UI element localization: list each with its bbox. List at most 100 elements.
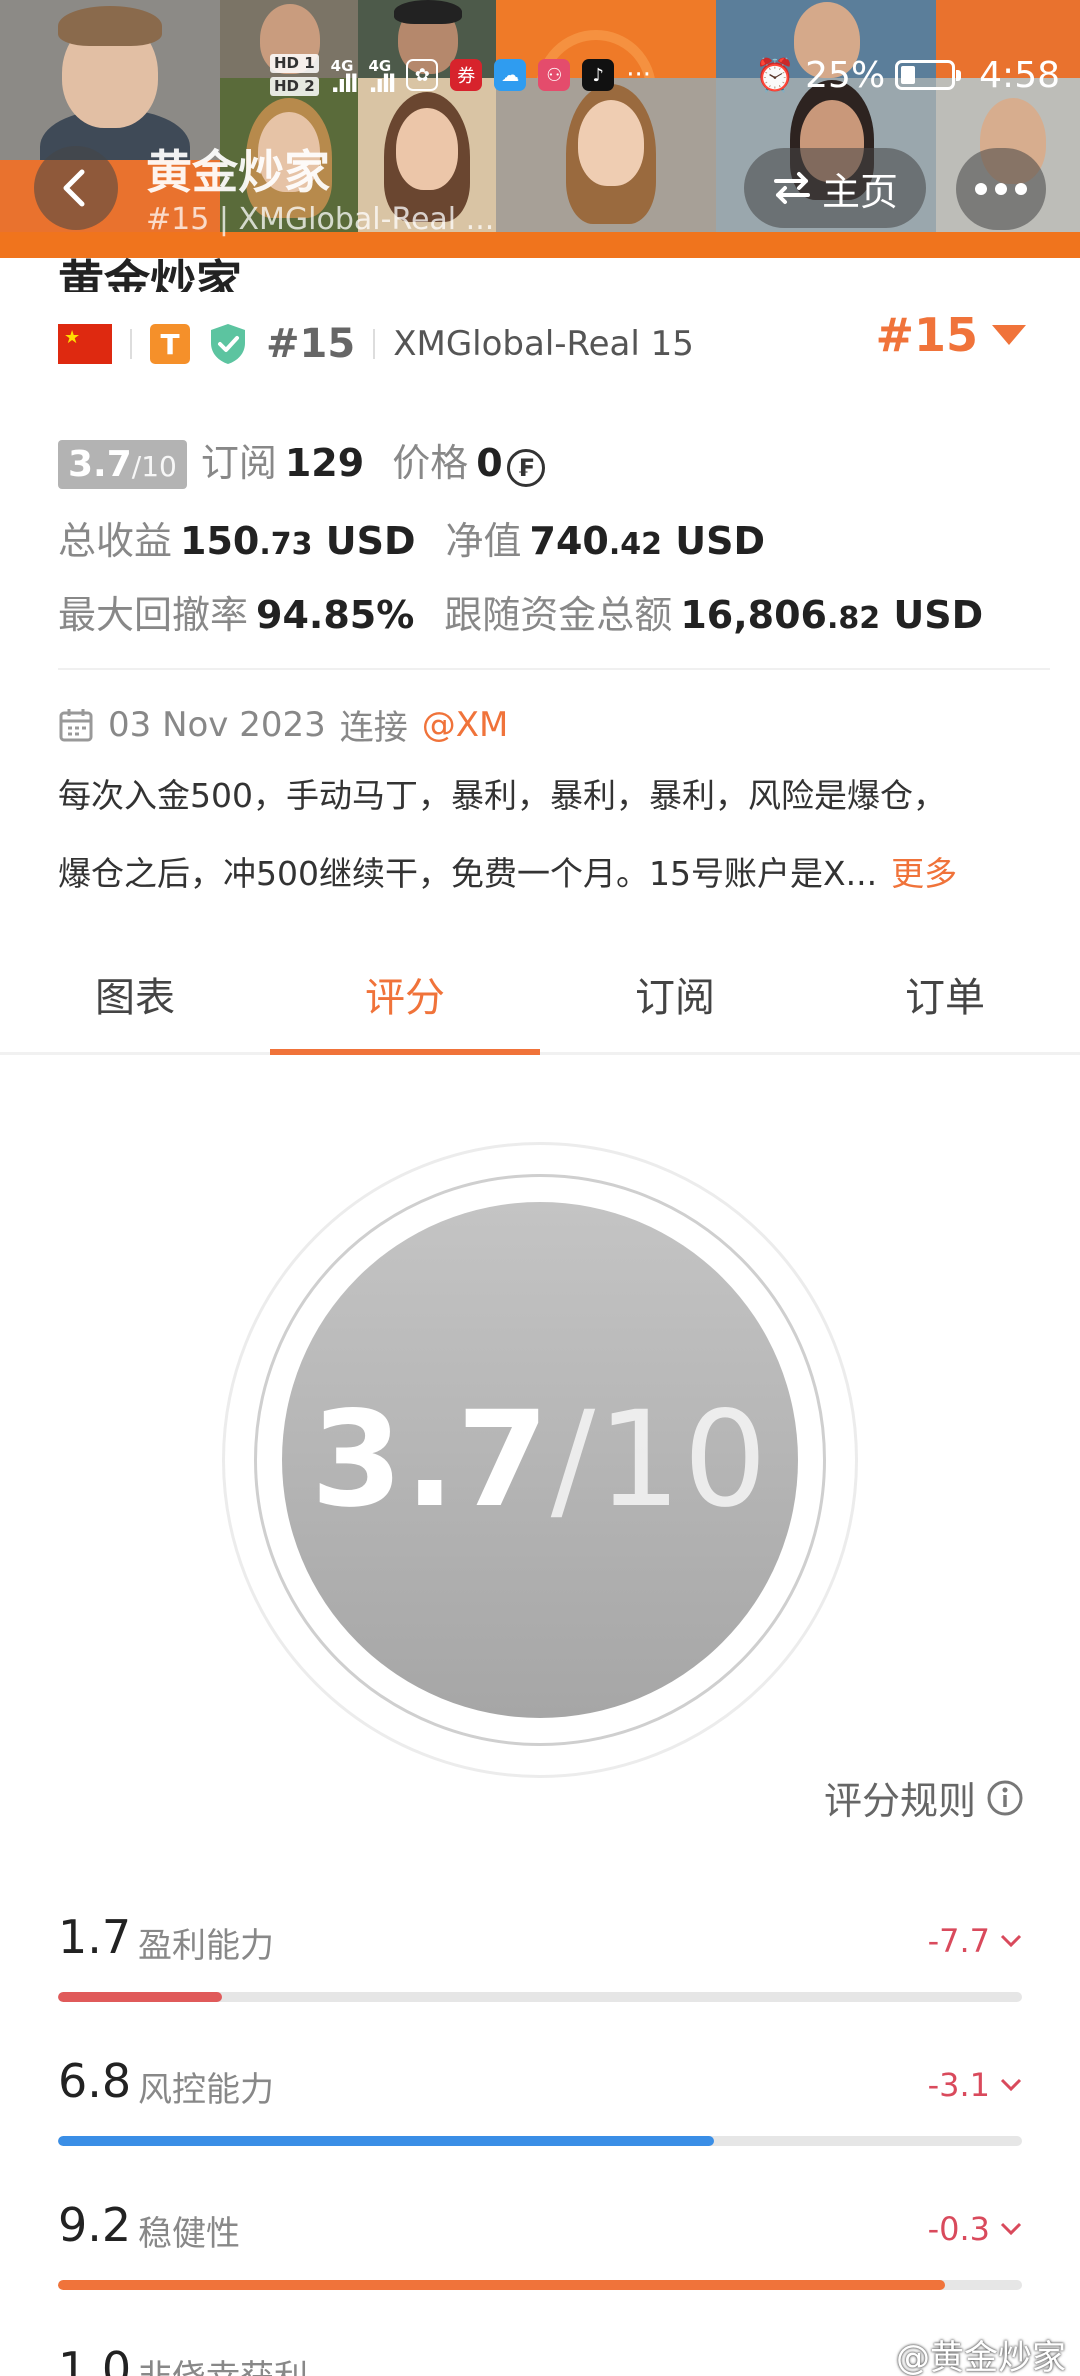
back-button[interactable] — [34, 146, 118, 230]
metric-progress-track — [58, 2280, 1022, 2290]
tab-subscription[interactable]: 订阅 — [540, 935, 810, 1052]
tab-chart[interactable]: 图表 — [0, 935, 270, 1052]
metric-label: 盈利能力 — [138, 1926, 274, 1966]
rank-dropdown[interactable]: #15 — [875, 308, 1026, 362]
metric-label: 稳健性 — [138, 2214, 240, 2254]
sim1-label: HD 1 — [270, 54, 319, 73]
trader-level-badge: T — [150, 324, 190, 364]
metric-label: 非侥幸获利 — [138, 2350, 308, 2376]
total-profit-int: 150 — [180, 519, 260, 563]
drawdown-label: 最大回撤率 — [58, 593, 249, 637]
follow-dec: .82 — [826, 601, 881, 636]
header-subtitle: #15 | XMGlobal-Real ... — [146, 202, 495, 237]
alarm-icon: ⏰ — [755, 56, 796, 94]
metric-risk-control[interactable]: 6.8 风控能力 -3.1 — [58, 2054, 1022, 2164]
overall-score: 3.7/10 — [311, 1383, 769, 1537]
metric-delta-value: -3.1 — [927, 2066, 990, 2104]
battery-level — [901, 66, 915, 84]
home-label: 主页 — [821, 169, 898, 214]
divider — [130, 329, 132, 359]
metric-non-luck[interactable]: 1.0 非侥幸获利 — [58, 2342, 1022, 2376]
triangle-down-icon — [992, 325, 1026, 345]
more-link[interactable]: 更多 — [891, 854, 957, 893]
total-profit-dec: .73 — [259, 527, 313, 562]
chevron-down-icon — [1000, 2078, 1022, 2092]
rank-big-label: #15 — [875, 308, 978, 362]
app-notification-icon: ✿ — [406, 59, 439, 91]
home-button[interactable]: 主页 — [744, 148, 926, 228]
trader-name: 黄金炒家 — [58, 255, 242, 292]
rank-label: #15 — [266, 321, 356, 367]
china-flag-icon — [58, 324, 112, 364]
metric-profitability[interactable]: 1.7 盈利能力 -7.7 — [58, 1910, 1022, 2020]
metric-value: 9.2 — [58, 2198, 132, 2252]
chevron-down-icon — [1000, 2222, 1022, 2236]
metric-stability[interactable]: 9.2 稳健性 -0.3 — [58, 2198, 1022, 2308]
connection-row: 03 Nov 2023 连接 @XM — [58, 700, 508, 749]
trader-meta-row: T #15 XMGlobal-Real 15 — [58, 318, 694, 370]
score-chip-value: 3.7 — [68, 444, 132, 485]
verified-shield-icon — [211, 324, 245, 364]
score-ring-area: 3.7/10 — [0, 1058, 1080, 1798]
equity-value: 740.42 USD — [530, 519, 766, 563]
equity-label: 净值 — [445, 519, 522, 563]
equity-dec: .42 — [608, 527, 663, 562]
sim2-label: HD 2 — [270, 77, 319, 96]
score-subscribe-row: 3.7/10 订阅 129 价格 0 ₣ — [58, 432, 545, 489]
header-title: 黄金炒家 — [146, 145, 330, 199]
more-options-button[interactable] — [956, 148, 1046, 230]
battery-percent: 25% — [805, 54, 886, 96]
profit-equity-row: 总收益 150.73 USD 净值 740.42 USD — [58, 510, 765, 565]
chevron-left-icon — [63, 169, 85, 207]
sim-indicator: HD 1 HD 2 — [270, 52, 319, 98]
cloud-app-icon: ☁ — [494, 59, 527, 91]
coin-icon: ₣ — [506, 449, 545, 487]
metric-value: 1.7 — [58, 1910, 132, 1964]
drawdown-value: 94.85% — [256, 593, 415, 637]
connect-label: 连接 — [339, 708, 408, 748]
tab-rating[interactable]: 评分 — [270, 935, 540, 1055]
dot-icon — [975, 183, 987, 195]
signal-2-icon: 4G .ıll — [368, 57, 396, 98]
apps-icon: ⚇ — [538, 59, 571, 91]
dot-icon — [995, 183, 1007, 195]
tab-orders[interactable]: 订单 — [810, 935, 1080, 1052]
follow-unit: USD — [893, 593, 984, 637]
section-divider — [58, 668, 1050, 670]
metric-delta: -7.7 — [928, 1922, 1022, 1960]
dot-icon — [1015, 183, 1027, 195]
description-line-1: 每次入金500，手动马丁，暴利，暴利，暴利，风险是爆仓， — [58, 776, 946, 815]
follow-value: 16,806.82 USD — [680, 593, 983, 637]
watermark: @黄金炒家 — [896, 2338, 1066, 2376]
rating-rules-link[interactable]: 评分规则 — [824, 1770, 1024, 1825]
metric-delta: -3.1 — [928, 2066, 1022, 2104]
total-profit-unit: USD — [325, 519, 416, 563]
swap-icon — [773, 172, 810, 204]
calendar-icon — [59, 708, 93, 741]
equity-int: 740 — [529, 519, 609, 563]
signal-1-icon: 4G .ıll — [330, 57, 359, 98]
battery-icon — [895, 60, 962, 90]
total-profit-label: 总收益 — [58, 519, 173, 563]
score-chip-total: /10 — [131, 450, 177, 483]
broker-link[interactable]: @XM — [422, 705, 509, 745]
subscribe-count: 129 — [284, 441, 365, 485]
chevron-down-icon — [1000, 1934, 1022, 1948]
price-value: 0 — [476, 441, 503, 485]
securities-app-icon: 券 — [450, 59, 483, 91]
metric-delta-value: -7.7 — [927, 1922, 990, 1960]
metric-value: 6.8 — [58, 2054, 132, 2108]
overall-score-total: /10 — [550, 1383, 770, 1537]
tab-bar: 图表 评分 订阅 订单 — [0, 935, 1080, 1055]
price-label: 价格 — [392, 441, 469, 485]
metric-delta-value: -0.3 — [927, 2210, 990, 2248]
header-banner: HD 1 HD 2 4G .ıll 4G .ıll ✿ 券 ☁ ⚇ ♪ ··· ⏰ … — [0, 0, 1080, 258]
description-line-2-text: 爆仓之后，冲500继续干，免费一个月。15号账户是X... — [58, 854, 878, 893]
more-notifications-icon: ··· — [626, 60, 652, 90]
rating-rules-label: 评分规则 — [823, 1779, 976, 1823]
score-ring-inner: 3.7/10 — [282, 1202, 798, 1718]
description-line-2: 爆仓之后，冲500继续干，免费一个月。15号账户是X... 更多 — [58, 854, 1040, 894]
metric-progress-track — [58, 1992, 1022, 2002]
metric-value: 1.0 — [58, 2342, 132, 2376]
drawdown-follow-row: 最大回撤率 94.85% 跟随资金总额 16,806.82 USD — [58, 584, 983, 639]
